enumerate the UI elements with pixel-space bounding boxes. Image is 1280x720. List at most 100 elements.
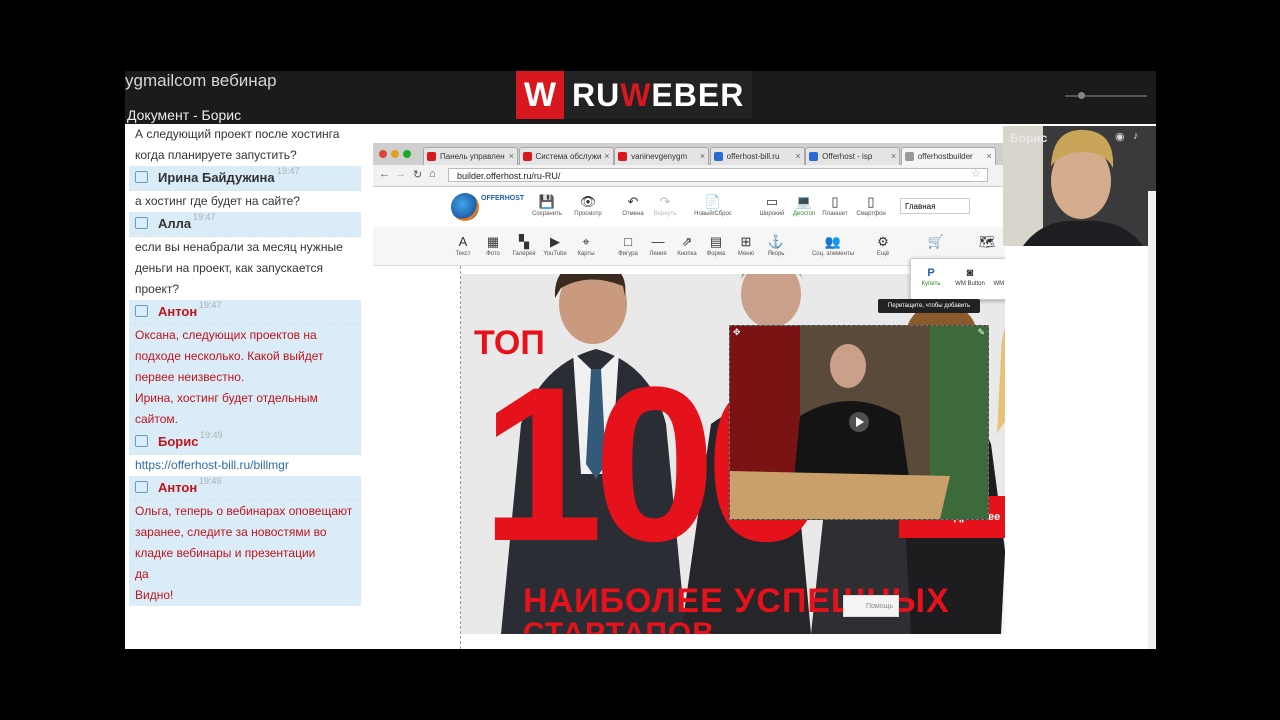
- cart-popup-label: Купить: [921, 281, 941, 287]
- tool-label: Карты: [577, 251, 595, 257]
- cart-popup-item[interactable]: ◙WM Widget: [990, 265, 1005, 287]
- tool-label: Просмотр: [574, 211, 602, 217]
- anchor-icon: ⚓: [767, 234, 785, 249]
- chat-line: А следующий проект после хостинга: [135, 127, 340, 141]
- webmoney-icon: ◙: [990, 265, 1005, 281]
- save-icon: 💾: [538, 194, 556, 209]
- tab-close-icon[interactable]: ×: [795, 151, 800, 161]
- volume-slider-knob[interactable]: [1078, 92, 1085, 99]
- cart-popup-item[interactable]: ◙ WM Button: [951, 265, 989, 287]
- preview-icon: 👁: [579, 194, 597, 209]
- chat-line: если вы ненабрали за месяц нужные: [135, 240, 343, 254]
- chat-panel: А следующий проект после хостинга когда п…: [129, 124, 361, 649]
- browser-tab[interactable]: vaninevgenygm ×: [614, 147, 710, 165]
- ruweber-logo: W RU W EBER: [516, 71, 753, 119]
- tool-save[interactable]: 💾 Сохранить: [525, 193, 569, 217]
- page-scrollbar[interactable]: [1148, 191, 1156, 649]
- tool-preview[interactable]: 👁 Просмотр: [566, 193, 610, 217]
- browser-tab-bar: Панель управлен × Система обслужи × vaninevg…: [373, 143, 1005, 166]
- chat-line: Видно!: [135, 588, 174, 602]
- chat-line: когда планируете запустить?: [135, 148, 297, 162]
- browser-tab[interactable]: Offerhost - isp ×: [805, 147, 901, 165]
- chat-message-header: Ирина Байдужина 19:47: [129, 166, 361, 191]
- tool-more[interactable]: ⚙ Ещё: [861, 233, 905, 257]
- tab-close-icon[interactable]: ×: [604, 151, 609, 161]
- tool-label: Ещё: [876, 251, 890, 257]
- tab-label: Offerhost - isp: [822, 152, 873, 161]
- microphone-icon[interactable]: ♪: [1133, 130, 1139, 142]
- tool-label: Соц. элементы: [811, 251, 855, 257]
- home-icon[interactable]: ⌂: [429, 168, 436, 180]
- help-button[interactable]: Помощь: [843, 595, 899, 617]
- move-handle-icon[interactable]: ✥: [733, 327, 741, 338]
- tab-close-icon[interactable]: ×: [891, 151, 896, 161]
- tool-anchor[interactable]: ⚓ Якорь: [754, 233, 798, 257]
- tool-social[interactable]: 👥 Соц. элементы: [811, 233, 855, 257]
- chat-timestamp: 19:49: [200, 430, 223, 440]
- document-title: Документ - Борис: [127, 107, 242, 123]
- chat-bubble-icon: [135, 305, 148, 317]
- tool-label: Вернуть: [653, 211, 677, 217]
- chat-author: Ирина Байдужина: [158, 170, 275, 185]
- tool-map-view[interactable]: 🗺: [965, 233, 1005, 251]
- tab-label: vaninevgenygm: [631, 152, 688, 161]
- tab-favicon-icon: [427, 152, 436, 161]
- tab-close-icon[interactable]: ×: [986, 151, 991, 161]
- tab-label: Панель управлен: [440, 152, 505, 161]
- tool-smartphone[interactable]: ▯ Смартфон: [849, 193, 893, 217]
- chat-bubble-icon: [135, 481, 148, 493]
- tab-close-icon[interactable]: ×: [509, 151, 514, 161]
- edit-pencil-icon[interactable]: ✎: [977, 327, 985, 338]
- browser-tab[interactable]: offerhost-bill.ru ×: [709, 147, 805, 165]
- chat-message-body: если вы ненабрали за месяц нужные деньги …: [129, 237, 361, 300]
- youtube-video-block[interactable]: ✥ ✎: [729, 325, 989, 520]
- bookmark-star-icon[interactable]: ☆: [971, 167, 981, 180]
- tab-favicon-icon: [522, 152, 532, 161]
- back-icon[interactable]: ←: [379, 168, 390, 180]
- chat-line: сайтом.: [135, 412, 178, 426]
- webinar-title: ygmailcom вебинар: [125, 71, 277, 90]
- url-input[interactable]: builder.offerhost.ru/ru-RU/: [448, 168, 988, 182]
- page-select[interactable]: Главная: [900, 198, 970, 214]
- offerhost-logo-text: OFFERHOST: [481, 195, 525, 202]
- webinar-top-bar: ygmailcom вебинар Документ - Борис W RU W…: [125, 71, 1156, 124]
- tab-label: offerhost-bill.ru: [726, 152, 780, 161]
- browser-tab[interactable]: Система обслужи ×: [518, 147, 614, 165]
- tool-cart[interactable]: 🛒: [914, 233, 958, 251]
- chat-link[interactable]: https://offerhost-bill.ru/billmgr: [135, 455, 355, 476]
- offerhost-logo-icon: [451, 193, 479, 221]
- chat-line: заранее, следите за новостями во: [135, 525, 327, 539]
- chat-line: первее неизвестно.: [135, 370, 245, 384]
- map-view-icon: 🗺: [978, 234, 996, 249]
- minimize-window-icon[interactable]: [391, 150, 399, 158]
- chat-message-header: Борис 19:49: [129, 430, 361, 455]
- tool-maps[interactable]: ⌖ Карты: [564, 233, 608, 257]
- pin-icon[interactable]: ◉: [1115, 130, 1125, 143]
- tab-label: offerhostbuilder: [917, 152, 973, 161]
- chat-message-body: а хостинг где будет на сайте?: [129, 191, 361, 212]
- tool-redo[interactable]: ↷ Вернуть: [643, 193, 687, 217]
- browser-window: Панель управлен × Система обслужи × vaninevg…: [373, 143, 1005, 649]
- video-thumbnail: [730, 326, 988, 519]
- hero-section: ТОП 100 НАИБОЛЕЕ УСПЕШНЫХ СТАРТАПОВ Подр…: [461, 274, 1005, 634]
- cart-popup-item[interactable]: P Купить: [912, 265, 950, 287]
- chat-line: проект?: [135, 282, 180, 296]
- logo-text: RU W EBER: [564, 71, 753, 119]
- tab-close-icon[interactable]: ×: [700, 151, 705, 161]
- forward-icon[interactable]: →: [395, 168, 406, 180]
- reload-icon[interactable]: ↻: [413, 168, 422, 181]
- browser-tab[interactable]: Панель управлен ×: [423, 147, 518, 165]
- tool-new-reset[interactable]: 📄 Новый/Сброс: [691, 193, 735, 217]
- maximize-window-icon[interactable]: [403, 150, 411, 158]
- paypal-icon: P: [927, 267, 935, 279]
- cart-popup-label: WM Widget: [993, 281, 1005, 287]
- tool-label: Смартфон: [856, 211, 886, 217]
- browser-tab[interactable]: offerhostbuilder ×: [900, 147, 996, 165]
- hero-headline-line2: СТАРТАПОВ: [523, 617, 715, 634]
- chat-line: да: [135, 567, 149, 581]
- tab-label: Система обслужи: [535, 152, 602, 161]
- chat-message-body: Ольга, теперь о вебинарах оповещают заран…: [129, 501, 361, 606]
- close-window-icon[interactable]: [379, 150, 387, 158]
- chat-bubble-icon: [135, 171, 148, 183]
- tab-favicon-icon: [904, 152, 914, 161]
